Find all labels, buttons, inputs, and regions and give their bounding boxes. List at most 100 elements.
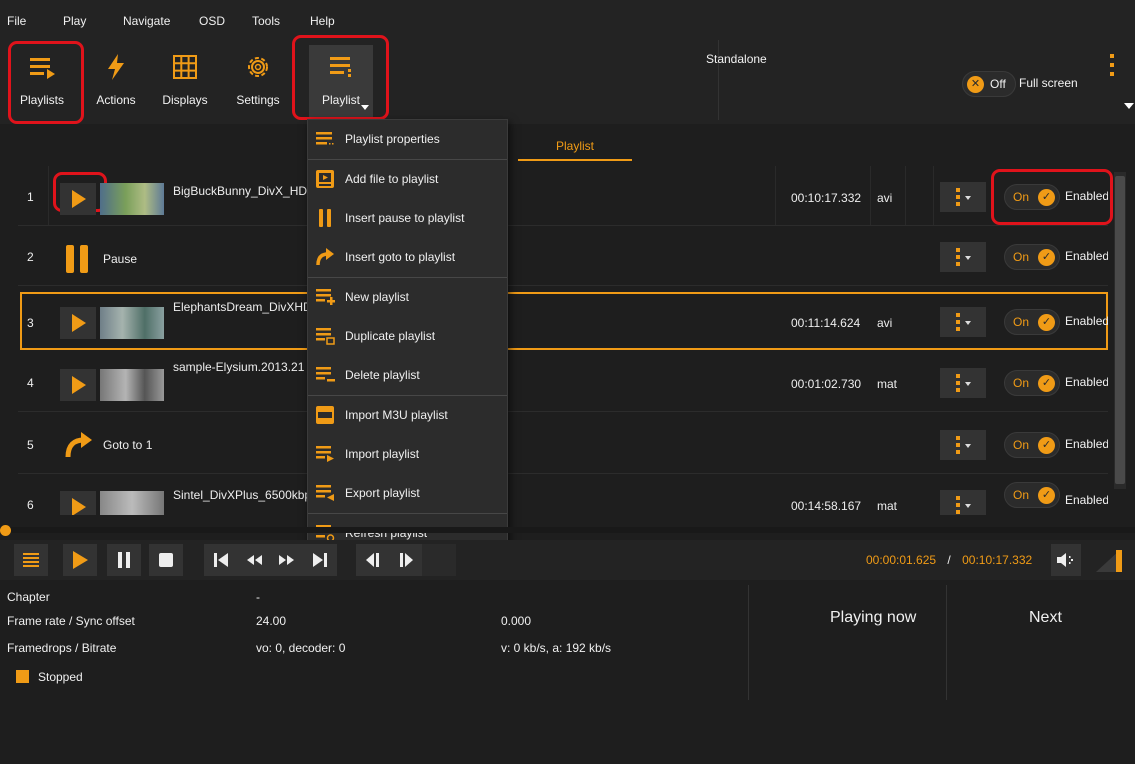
fullscreen-toggle[interactable]: ✕ Off [962, 71, 1016, 97]
grid-icon [153, 53, 217, 81]
table-row[interactable]: 2 Pause On ✓ Enabled [18, 226, 1108, 286]
time-display: 00:00:01.625 / 00:10:17.332 [866, 553, 1032, 567]
seek-handle[interactable] [0, 525, 11, 536]
framedrops-value: vo: 0, decoder: 0 [256, 641, 346, 655]
row-options-button[interactable] [940, 490, 986, 515]
list-icon [23, 553, 39, 567]
menu-item-label: Add file to playlist [345, 172, 439, 186]
frame-step-forward-icon [400, 553, 413, 567]
row-number: 6 [27, 498, 34, 512]
playlist-properties-icon [314, 128, 336, 150]
row-title: BigBuckBunny_DivX_HD [173, 184, 308, 198]
menu-item-import-playlist[interactable]: Import playlist [308, 435, 507, 474]
row-duration: 00:10:17.332 [791, 191, 862, 205]
menu-tools[interactable]: Tools [252, 14, 280, 28]
time-separator: / [947, 553, 951, 567]
frame-forward-button[interactable] [389, 544, 423, 576]
volume-slider[interactable] [1094, 546, 1130, 574]
menu-play[interactable]: Play [63, 14, 86, 28]
toggle-state: On [1013, 488, 1030, 502]
seek-bar[interactable] [5, 527, 1135, 533]
row-number: 3 [27, 316, 34, 330]
framedrops-label: Framedrops / Bitrate [7, 641, 117, 655]
rewind-button[interactable] [237, 544, 271, 576]
video-thumbnail [100, 491, 164, 515]
menu-item-import-m3u[interactable]: Import M3U playlist [308, 396, 507, 435]
row-play-button[interactable] [60, 369, 96, 401]
menu-item-export-playlist[interactable]: Export playlist [308, 474, 507, 513]
menu-navigate[interactable]: Navigate [123, 14, 170, 28]
play-icon [73, 551, 88, 569]
menu-bar: File Play Navigate OSD Tools Help [0, 0, 1135, 34]
frame-back-button[interactable] [356, 544, 390, 576]
row-title: sample-Elysium.2013.21 [173, 360, 305, 374]
row-title: ElephantsDream_DivXHD [173, 300, 312, 314]
settings-tool-button[interactable]: Settings [226, 45, 290, 121]
table-row[interactable]: 5 Goto to 1 On ✓ Enabled [18, 414, 1108, 474]
menu-item-delete-playlist[interactable]: Delete playlist [308, 356, 507, 395]
menu-item-label: Export playlist [345, 486, 420, 500]
row-options-button[interactable] [940, 430, 986, 460]
row-options-button[interactable] [940, 242, 986, 272]
menu-item-label: Insert pause to playlist [345, 211, 465, 225]
control-spacer-button [422, 544, 456, 576]
menu-item-insert-pause[interactable]: Insert pause to playlist [308, 199, 507, 238]
row-extension: avi [877, 191, 893, 205]
pause-icon [314, 207, 336, 229]
framerate-label: Frame rate / Sync offset [7, 614, 135, 628]
table-row[interactable]: 4 sample-Elysium.2013.21 00:01:02.730 ma… [18, 352, 1108, 412]
skip-previous-icon [214, 553, 228, 567]
menu-item-duplicate-playlist[interactable]: Duplicate playlist [308, 317, 507, 356]
row-options-button[interactable] [940, 307, 986, 337]
toggle-state: On [1013, 376, 1030, 390]
next-button[interactable] [303, 544, 337, 576]
next-label: Next [1029, 609, 1062, 626]
playlist-toggle-button[interactable] [14, 544, 48, 576]
table-row[interactable]: 1 BigBuckBunny_DivX_HD 00:10:17.332 avi … [18, 166, 1108, 226]
stop-button[interactable] [149, 544, 183, 576]
menu-file[interactable]: File [7, 14, 26, 28]
row-options-button[interactable] [940, 368, 986, 398]
tab-playlist[interactable]: Playlist [518, 135, 632, 161]
info-panel [0, 580, 1135, 764]
expand-arrow-icon[interactable] [1124, 103, 1134, 109]
menu-item-insert-goto[interactable]: Insert goto to playlist [308, 238, 507, 277]
fast-forward-button[interactable] [270, 544, 304, 576]
row-enable-toggle[interactable]: On ✓ [1004, 309, 1060, 335]
kebab-menu-icon [956, 313, 971, 331]
more-options-icon[interactable] [1104, 50, 1120, 84]
table-row-selected[interactable]: 3 ElephantsDream_DivXHD 00:11:14.624 avi… [20, 292, 1108, 350]
volume-button[interactable] [1051, 544, 1081, 576]
stop-icon [159, 553, 173, 567]
menu-item-add-file[interactable]: Add file to playlist [308, 160, 507, 199]
menu-osd[interactable]: OSD [199, 14, 225, 28]
row-enable-toggle[interactable]: On ✓ [1004, 432, 1060, 458]
menu-item-label: Playlist properties [345, 132, 440, 146]
frame-step-back-icon [366, 553, 379, 567]
row-enable-toggle[interactable]: On ✓ [1004, 482, 1060, 508]
row-play-button[interactable] [60, 183, 96, 215]
row-options-button[interactable] [940, 182, 986, 212]
previous-button[interactable] [204, 544, 238, 576]
actions-tool-button[interactable]: Actions [84, 45, 148, 121]
row-play-button[interactable] [60, 491, 96, 515]
chapter-label: Chapter [7, 590, 50, 604]
displays-tool-button[interactable]: Displays [153, 45, 217, 121]
row-enable-toggle[interactable]: On ✓ [1004, 370, 1060, 396]
table-row[interactable]: 6 Sintel_DivXPlus_6500kbp 00:14:58.167 m… [18, 474, 1108, 515]
pause-button[interactable] [107, 544, 141, 576]
import-playlist-icon [314, 443, 336, 465]
row-play-button[interactable] [60, 307, 96, 339]
row-enable-toggle[interactable]: On ✓ [1004, 244, 1060, 270]
row-enable-toggle[interactable]: On ✓ [1004, 184, 1060, 210]
row-title: Goto to 1 [103, 438, 153, 452]
m3u-file-icon [314, 404, 336, 426]
skip-next-icon [313, 553, 327, 567]
menu-help[interactable]: Help [310, 14, 335, 28]
menu-item-playlist-properties[interactable]: Playlist properties [308, 120, 507, 159]
scrollbar-thumb[interactable] [1115, 176, 1125, 484]
kebab-menu-icon [956, 374, 971, 392]
play-button[interactable] [63, 544, 97, 576]
check-circle-icon: ✓ [1038, 437, 1055, 454]
menu-item-new-playlist[interactable]: New playlist [308, 278, 507, 317]
